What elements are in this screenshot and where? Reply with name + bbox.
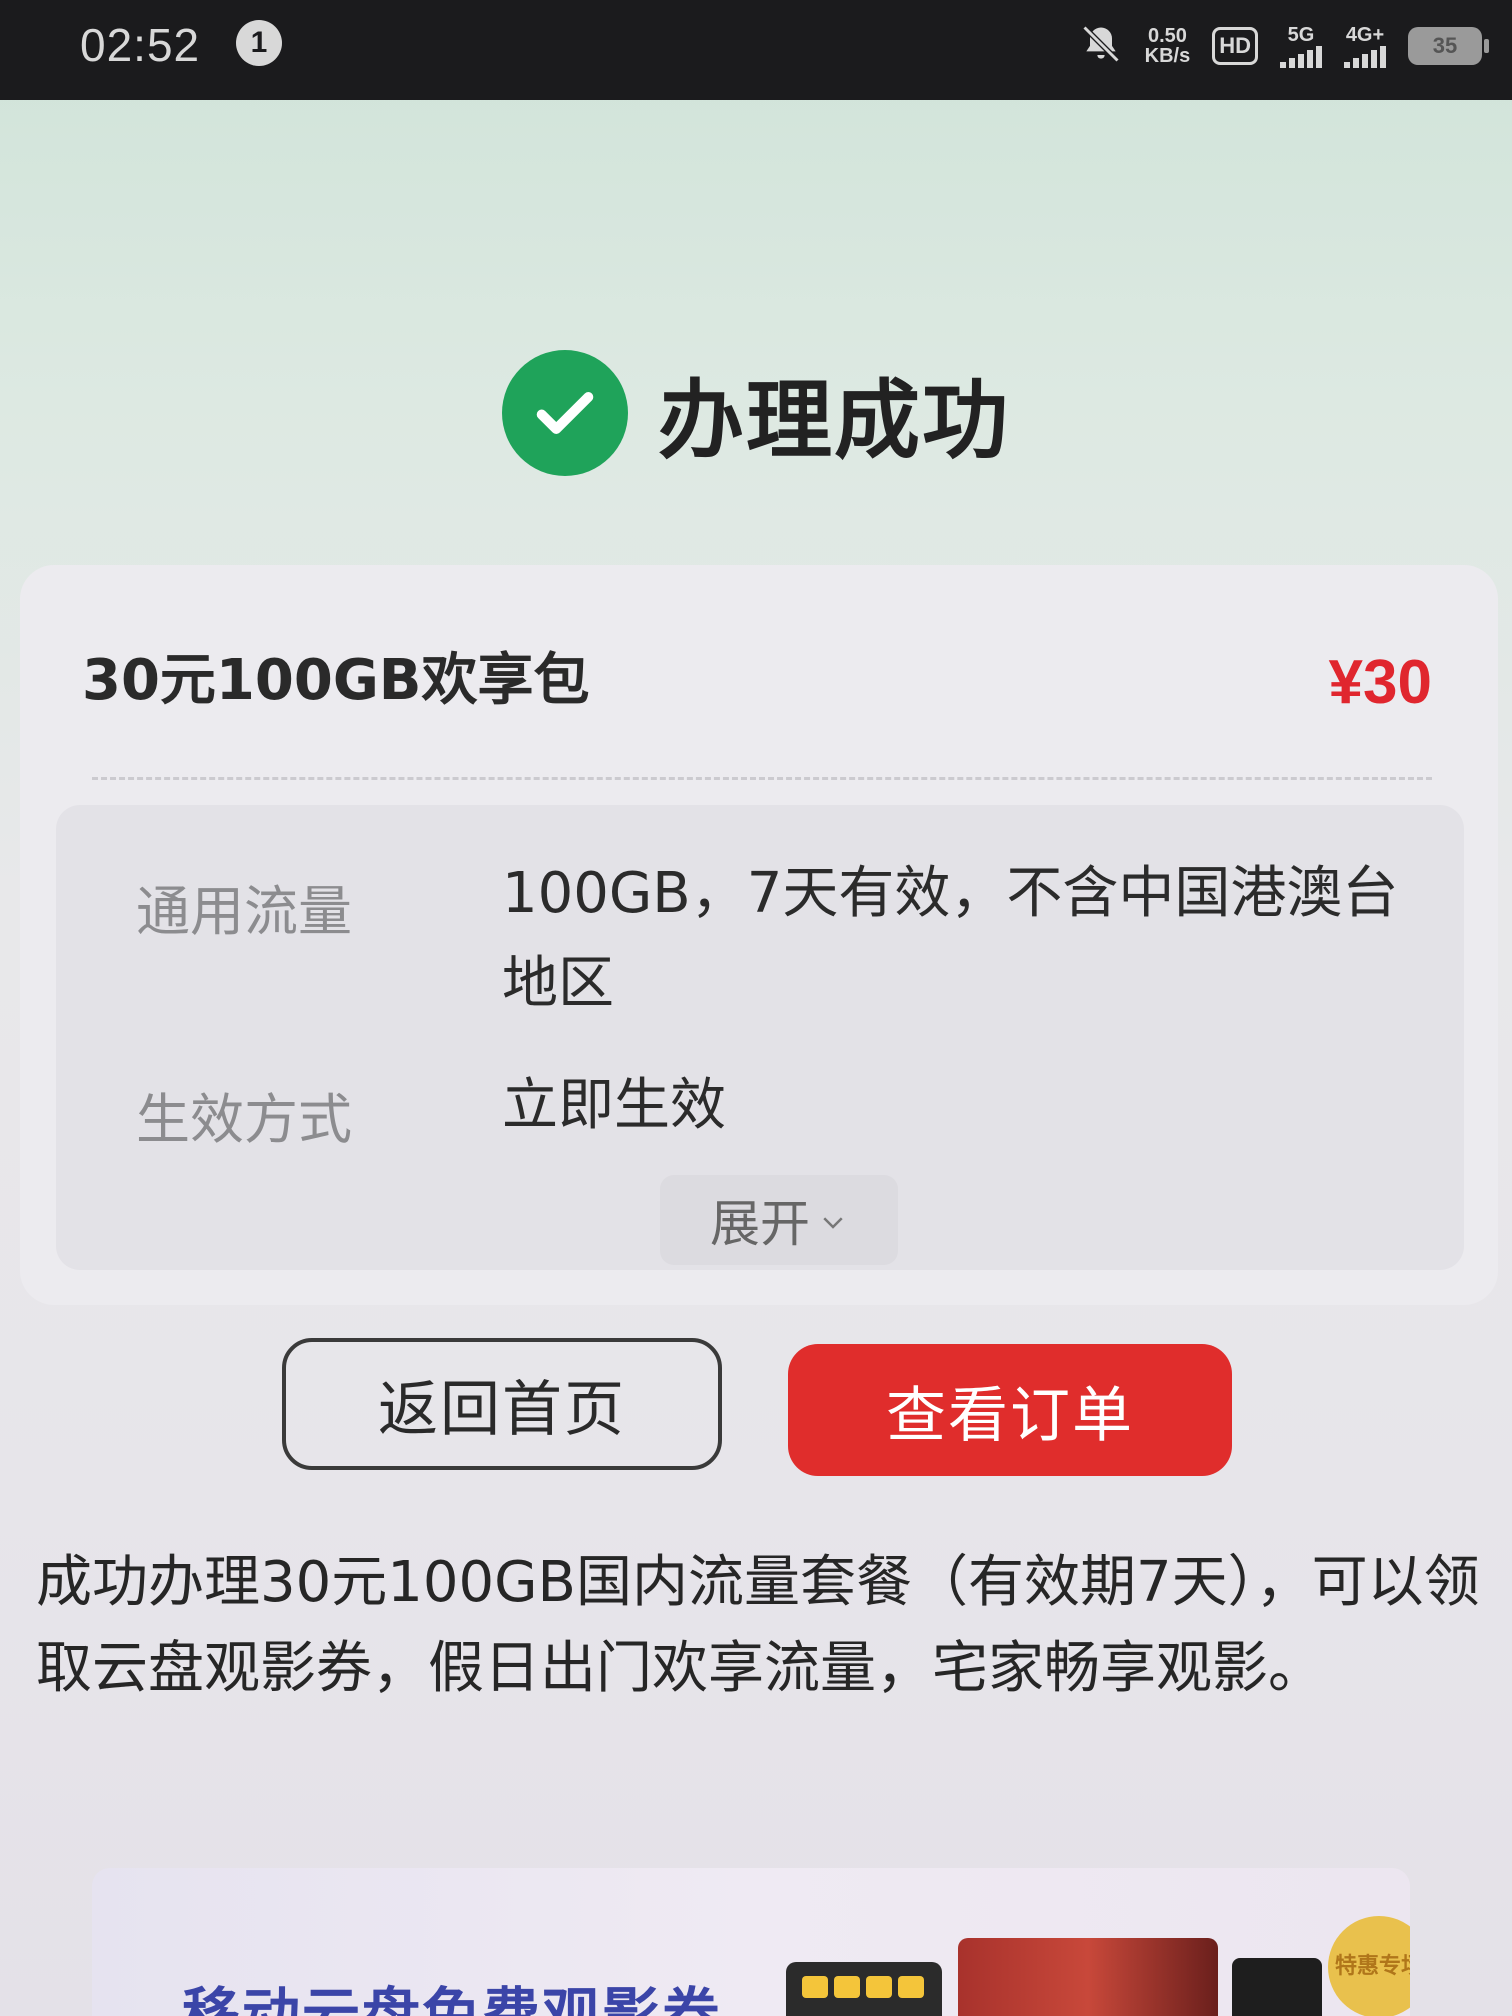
view-order-button[interactable]: 查看订单	[788, 1344, 1232, 1476]
bell-muted-icon	[1079, 22, 1123, 70]
ticket-icon	[786, 1962, 942, 2016]
movie-poster-image	[1232, 1958, 1322, 2016]
chevron-down-icon	[818, 1191, 848, 1249]
product-name: 30元100GB欢享包	[82, 648, 590, 713]
product-price: ¥30	[1328, 648, 1432, 717]
detail-label-activation: 生效方式	[136, 1088, 352, 1151]
dashed-divider	[92, 777, 1432, 780]
signal-icon: 4G+	[1344, 24, 1386, 68]
success-description: 成功办理30元100GB国内流量套餐（有效期7天），可以领取云盘观影券，假日出门…	[36, 1550, 1480, 1701]
signal-4g-label: 4G+	[1345, 24, 1385, 46]
status-bar: 02:52 1 0.50 KB/s HD 5G 4G+ 35	[0, 0, 1512, 100]
movie-poster-image	[958, 1938, 1218, 2016]
expand-button[interactable]: 展开	[660, 1175, 898, 1265]
check-circle-icon	[502, 349, 628, 476]
promo-seal: 特惠专场	[1328, 1916, 1410, 2016]
notification-badge: 1	[236, 20, 282, 66]
signal-icon: 5G	[1280, 24, 1322, 68]
net-speed-unit: KB/s	[1144, 45, 1191, 67]
battery-icon: 35	[1408, 27, 1489, 65]
banner-title: 移动云盘免费观影券	[182, 1981, 723, 2016]
success-header: 办理成功	[0, 345, 1512, 480]
product-details: 通用流量 100GB，7天有效，不含中国港澳台地区 生效方式 立即生效 展开	[56, 805, 1464, 1270]
hd-icon: HD	[1212, 27, 1258, 65]
net-speed-value: 0.50	[1147, 25, 1187, 47]
status-time: 02:52	[80, 19, 201, 71]
signal-5g-label: 5G	[1287, 24, 1315, 46]
battery-level: 35	[1432, 33, 1458, 58]
product-card: 30元100GB欢享包 ¥30 通用流量 100GB，7天有效，不含中国港澳台地…	[20, 565, 1498, 1305]
net-speed: 0.50 KB/s	[1145, 26, 1191, 66]
promo-banner[interactable]: 移动云盘免费观影券 特惠专场	[92, 1868, 1410, 2016]
status-icons: 0.50 KB/s HD 5G 4G+ 35	[1079, 16, 1489, 76]
page: 02:52 1 0.50 KB/s HD 5G 4G+ 35 办理成功 30元1…	[0, 0, 1512, 2016]
detail-value-traffic: 100GB，7天有效，不含中国港澳台地区	[502, 861, 1399, 1016]
success-title: 办理成功	[658, 371, 1010, 471]
detail-label-traffic: 通用流量	[136, 880, 352, 943]
detail-value-activation: 立即生效	[502, 1073, 726, 1138]
expand-label: 展开	[710, 1195, 810, 1253]
back-home-button[interactable]: 返回首页	[282, 1338, 722, 1470]
